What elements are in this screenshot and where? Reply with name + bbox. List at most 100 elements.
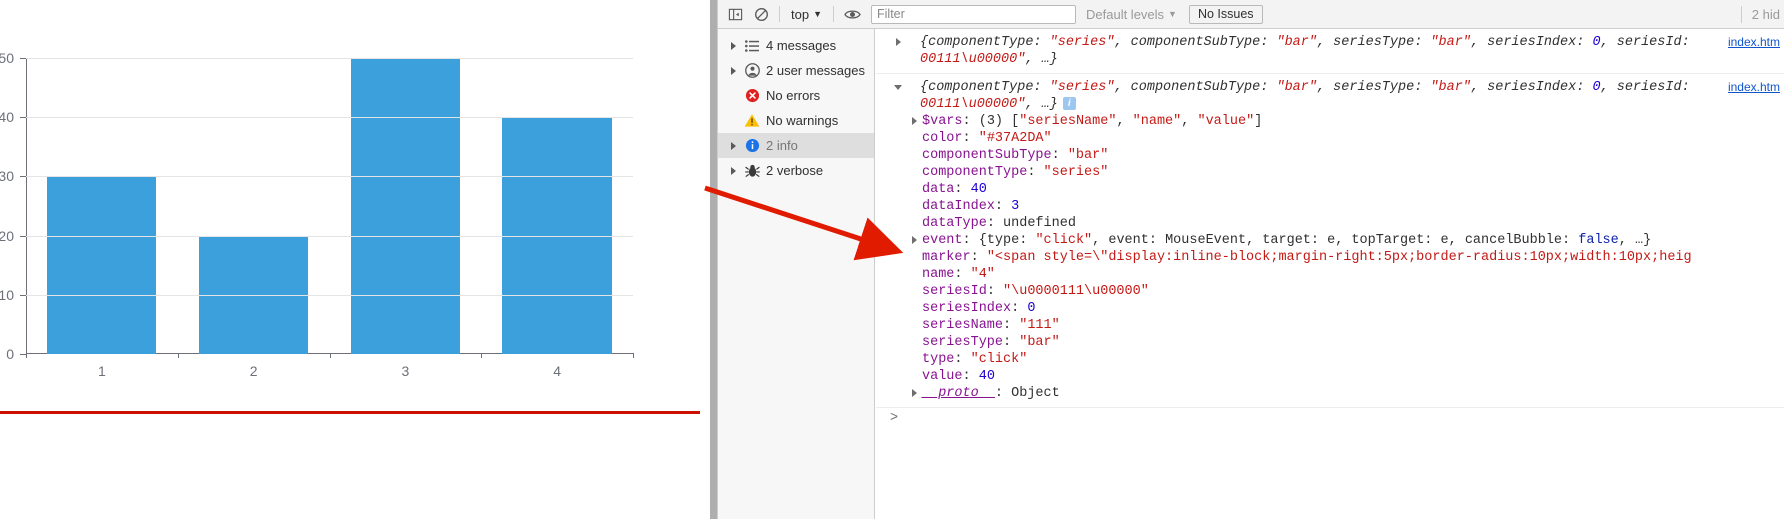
- sidebar-item-no-errors[interactable]: No errors: [718, 83, 874, 108]
- console-log-area[interactable]: {componentType: "series", componentSubTy…: [876, 29, 1784, 519]
- toolbar-separator-2: [833, 6, 834, 22]
- property-name: seriesType: [922, 335, 1004, 350]
- sidebar-item-2-verbose[interactable]: 2 verbose: [718, 158, 874, 183]
- sidebar-item-2-info[interactable]: 2 info: [718, 133, 874, 158]
- object-property-dataType: dataType: undefined: [922, 216, 1076, 231]
- sidebar-item-label: No errors: [766, 88, 821, 103]
- x-tick-label: 3: [401, 363, 410, 379]
- object-property-componentType: componentType: "series": [922, 165, 1109, 180]
- property-name: event: [922, 233, 963, 248]
- sidebar-item-label: No warnings: [766, 113, 839, 128]
- x-tick-label: 4: [553, 363, 562, 379]
- object-property-type: type: "click": [922, 352, 1028, 367]
- source-link[interactable]: index.htm: [1728, 34, 1780, 51]
- object-property-seriesIndex: seriesIndex: 0: [922, 301, 1036, 316]
- issues-label: No Issues: [1197, 7, 1254, 21]
- property-name: seriesIndex: [922, 301, 1012, 316]
- property-name: marker: [922, 250, 971, 265]
- disclosure-triangle-icon[interactable]: [728, 165, 739, 176]
- object-property-seriesName: seriesName: "111": [922, 318, 1060, 333]
- sidebar-toggle-icon[interactable]: [722, 2, 748, 26]
- expand-triangle-icon[interactable]: [908, 232, 920, 248]
- bug-icon: [742, 163, 762, 179]
- object-property-componentSubType: componentSubType: "bar": [922, 148, 1109, 163]
- x-tick-mark: [329, 353, 331, 358]
- object-property-seriesType: seriesType: "bar": [922, 335, 1060, 350]
- console-prompt[interactable]: >: [876, 408, 1784, 430]
- property-name: dataIndex: [922, 199, 995, 214]
- x-tick-label: 1: [97, 363, 106, 379]
- property-name: seriesName: [922, 318, 1004, 333]
- toolbar-separator: [779, 6, 780, 22]
- live-expression-eye-icon[interactable]: [839, 2, 865, 26]
- object-property-value: value: 40: [922, 369, 995, 384]
- object-property-dataIndex: dataIndex: 3: [922, 199, 1020, 214]
- property-name: componentSubType: [922, 148, 1052, 163]
- x-tick-mark: [177, 353, 179, 358]
- sidebar-item-label: 2 info: [766, 138, 798, 153]
- object-property-vars[interactable]: $vars: (3) ["seriesName", "name", "value…: [876, 113, 1784, 130]
- y-tick-label: 40: [0, 109, 14, 126]
- object-property-data: data: 40: [922, 182, 987, 197]
- sidebar-item-label: 2 user messages: [766, 63, 865, 78]
- chart-bars[interactable]: [26, 58, 633, 354]
- sidebar-item-no-warnings[interactable]: No warnings: [718, 108, 874, 133]
- gridline: [26, 176, 633, 178]
- hidden-messages-count[interactable]: 2 hid: [1740, 6, 1780, 23]
- expand-triangle-icon[interactable]: [892, 79, 904, 95]
- object-property-marker: marker: "<span style=\"display:inline-bl…: [922, 250, 1692, 265]
- clear-console-icon[interactable]: [748, 2, 774, 26]
- execution-context-label: top: [791, 6, 810, 22]
- property-name: name: [922, 267, 955, 282]
- bar-chart[interactable]: 50 40 30 20 10 0 1 2 3 4: [0, 28, 666, 379]
- property-name: componentType: [922, 165, 1028, 180]
- disclosure-triangle-icon[interactable]: [728, 140, 739, 151]
- red-annotation-underline: [0, 411, 700, 414]
- devtools-console-panel: top ▼ Default levels ▼ No Issues 2 hid 4…: [717, 0, 1784, 519]
- object-property-color: color: "#37A2DA": [922, 131, 1052, 146]
- chevron-down-icon: ▼: [813, 9, 822, 19]
- gridline: [26, 294, 633, 296]
- gridline: [26, 58, 633, 59]
- filter-input[interactable]: [871, 4, 1076, 24]
- bar-1[interactable]: [47, 176, 157, 354]
- source-link[interactable]: index.htm: [1728, 79, 1780, 96]
- object-property-proto[interactable]: __proto__: Object: [876, 385, 1784, 402]
- y-tick-label: 0: [6, 346, 14, 362]
- property-name: seriesId: [922, 284, 987, 299]
- sidebar-item-4-messages[interactable]: 4 messages: [718, 33, 874, 58]
- sidebar-item-label: 2 verbose: [766, 163, 824, 178]
- chevron-down-icon-2: ▼: [1168, 9, 1177, 19]
- expand-triangle-icon[interactable]: [908, 385, 920, 401]
- property-name: __proto__: [922, 386, 995, 401]
- x-tick-mark: [633, 353, 634, 358]
- property-name: $vars: [922, 114, 963, 129]
- info-badge-icon[interactable]: i: [1062, 96, 1076, 110]
- issues-button[interactable]: No Issues: [1188, 4, 1263, 24]
- sidebar-item-2-user-messages[interactable]: 2 user messages: [718, 58, 874, 83]
- y-tick-label: 10: [0, 286, 14, 303]
- pane-divider[interactable]: [710, 0, 717, 519]
- x-tick-label: 2: [249, 363, 258, 379]
- y-tick-label: 20: [0, 227, 14, 244]
- expand-triangle-icon[interactable]: [908, 113, 920, 129]
- person-icon: [742, 63, 762, 79]
- object-property-name: name: "4": [922, 267, 995, 282]
- warning-icon: [742, 113, 762, 129]
- execution-context-select[interactable]: top ▼: [785, 3, 828, 25]
- list-icon: [742, 38, 762, 54]
- property-name: type: [922, 352, 955, 367]
- y-tick-label: 50: [0, 50, 14, 66]
- log-levels-select[interactable]: Default levels ▼: [1086, 7, 1177, 22]
- expand-triangle-icon[interactable]: [892, 34, 904, 50]
- console-message[interactable]: {componentType: "series", componentSubTy…: [876, 29, 1784, 74]
- console-message[interactable]: {componentType: "series", componentSubTy…: [876, 74, 1784, 408]
- disclosure-triangle-icon[interactable]: [728, 40, 739, 51]
- sidebar-item-label: 4 messages: [766, 38, 837, 53]
- message-preview-line2: 00111\u00000", …}: [920, 52, 1058, 67]
- object-property-event[interactable]: event: {type: "click", event: MouseEvent…: [876, 232, 1784, 249]
- disclosure-triangle-icon[interactable]: [728, 65, 739, 76]
- web-page-pane: 50 40 30 20 10 0 1 2 3 4: [0, 0, 716, 519]
- bar-3[interactable]: [350, 58, 460, 354]
- console-sidebar: 4 messages 2 user messages No errors No war…: [718, 29, 875, 519]
